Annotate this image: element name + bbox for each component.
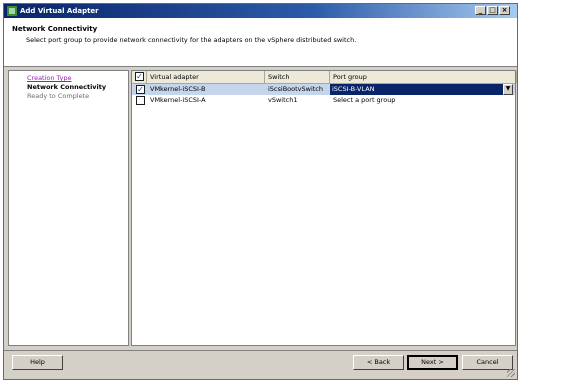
adapter-name: VMkernel-iSCSI-A [150, 96, 206, 104]
close-button[interactable]: × [499, 6, 510, 15]
step-network-connectivity: Network Connectivity [27, 83, 107, 91]
window-title: Add Virtual Adapter [20, 7, 99, 15]
switch-name: vSwitch1 [268, 96, 298, 104]
table-row[interactable]: ✓ VMkernel-iSCSI-B iScsiBootvSwitch iSCS… [132, 84, 515, 95]
port-group-dropdown[interactable]: iSCSI-B-VLAN ▼ [330, 84, 513, 95]
title-bar[interactable]: Add Virtual Adapter _ □ × [4, 4, 517, 18]
cancel-button[interactable]: Cancel [462, 355, 513, 370]
add-virtual-adapter-window: Add Virtual Adapter _ □ × Network Connec… [3, 3, 518, 380]
port-group-value[interactable]: Select a port group [330, 95, 395, 106]
select-all-column[interactable]: ✓ [132, 71, 147, 83]
page-title: Network Connectivity [12, 25, 98, 33]
adapter-name: VMkernel-iSCSI-B [150, 85, 206, 93]
wizard-steps-pane: Creation Type Network Connectivity Ready… [8, 70, 129, 346]
help-button[interactable]: Help [12, 355, 63, 370]
next-button[interactable]: Next > [407, 355, 458, 370]
select-all-checkbox[interactable]: ✓ [135, 72, 144, 81]
step-creation-type[interactable]: Creation Type [27, 74, 72, 82]
step-ready-to-complete: Ready to Complete [27, 92, 90, 100]
wizard-header: Network Connectivity Select port group t… [4, 18, 517, 67]
footer-divider [4, 350, 517, 351]
table-row[interactable]: VMkernel-iSCSI-A vSwitch1 Select a port … [132, 95, 515, 106]
back-button[interactable]: < Back [353, 355, 404, 370]
table-header: ✓ Virtual adapter Switch Port group [132, 71, 517, 84]
column-port-group[interactable]: Port group [330, 71, 517, 83]
port-group-value: iSCSI-B-VLAN [332, 85, 375, 93]
page-subtitle: Select port group to provide network con… [26, 36, 357, 44]
row-checkbox[interactable]: ✓ [136, 85, 145, 94]
column-virtual-adapter[interactable]: Virtual adapter [147, 71, 265, 83]
adapter-table: ✓ Virtual adapter Switch Port group ✓ VM… [131, 70, 517, 346]
row-checkbox[interactable] [136, 96, 145, 105]
app-icon [7, 6, 17, 16]
maximize-button[interactable]: □ [487, 6, 498, 15]
switch-name: iScsiBootvSwitch [268, 85, 323, 93]
minimize-button[interactable]: _ [475, 6, 486, 15]
column-switch[interactable]: Switch [265, 71, 330, 83]
resize-grip-icon[interactable] [507, 369, 515, 377]
chevron-down-icon[interactable]: ▼ [503, 84, 513, 95]
